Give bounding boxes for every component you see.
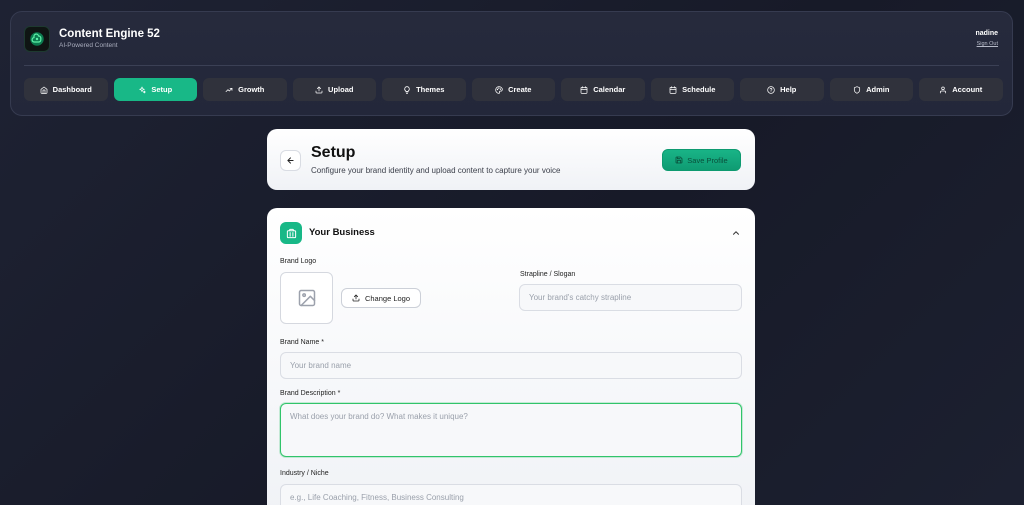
- nav-label: Schedule: [682, 85, 716, 94]
- brain-icon: [30, 32, 44, 46]
- your-business-section: Your Business Brand Logo Change Logo Str…: [267, 208, 755, 505]
- page-subtitle: Configure your brand identity and upload…: [311, 166, 561, 175]
- nav-label: Dashboard: [52, 85, 92, 94]
- industry-input[interactable]: [280, 484, 742, 505]
- nav-admin[interactable]: Admin: [829, 78, 913, 101]
- back-button[interactable]: [280, 150, 301, 171]
- calendar-icon: [580, 85, 588, 94]
- brand-description-label: Brand Description *: [280, 390, 341, 397]
- nav-label: Create: [508, 85, 532, 94]
- nav-label: Setup: [151, 85, 173, 94]
- app-subtitle: AI-Powered Content: [59, 42, 118, 49]
- nav-label: Upload: [328, 85, 354, 94]
- nav-dashboard[interactable]: Dashboard: [24, 78, 108, 101]
- nav-schedule[interactable]: Schedule: [650, 78, 734, 101]
- save-profile-button[interactable]: Save Profile: [662, 149, 741, 171]
- header-divider: [24, 65, 999, 66]
- app-logo: [24, 26, 50, 52]
- nav-themes[interactable]: Themes: [382, 78, 466, 101]
- section-title: Your Business: [309, 227, 375, 238]
- lightbulb-icon: [404, 85, 410, 94]
- user-icon: [940, 86, 947, 93]
- nav-calendar[interactable]: Calendar: [561, 78, 645, 101]
- industry-label: Industry / Niche: [280, 470, 329, 477]
- brand-name-input[interactable]: [280, 352, 742, 379]
- app-title: Content Engine 52: [59, 28, 160, 40]
- nav-account[interactable]: Account: [919, 78, 1003, 101]
- arrow-left-icon: [287, 157, 294, 164]
- app-header: Content Engine 52 AI-Powered Content nad…: [10, 11, 1013, 116]
- help-circle-icon: [767, 85, 775, 94]
- shield-icon: [854, 85, 861, 94]
- image-icon: [298, 289, 315, 307]
- save-icon: [675, 156, 683, 164]
- nav-label: Calendar: [593, 85, 626, 94]
- nav-growth[interactable]: Growth: [203, 78, 287, 101]
- sparkles-icon: [139, 86, 147, 93]
- upload-icon: [315, 86, 323, 93]
- home-icon: [40, 86, 48, 94]
- brand-description-input[interactable]: [280, 403, 742, 457]
- nav-label: Growth: [238, 85, 265, 94]
- user-name: nadine: [975, 30, 998, 37]
- palette-icon: [495, 85, 503, 94]
- chevron-up-icon[interactable]: [731, 228, 741, 238]
- page-title: Setup: [311, 144, 356, 161]
- trending-up-icon: [225, 87, 233, 92]
- save-profile-label: Save Profile: [687, 155, 728, 165]
- nav-label: Themes: [416, 85, 445, 94]
- calendar-icon: [669, 85, 677, 94]
- sign-out-link[interactable]: Sign Out: [977, 41, 998, 47]
- nav-label: Admin: [866, 85, 890, 94]
- nav-create[interactable]: Create: [471, 78, 555, 101]
- strapline-input[interactable]: [519, 284, 742, 311]
- brand-name-label: Brand Name *: [280, 339, 324, 346]
- nav-upload[interactable]: Upload: [292, 78, 376, 101]
- brand-logo-placeholder[interactable]: [280, 272, 333, 324]
- building-icon: [280, 222, 302, 244]
- brand-logo-label: Brand Logo: [280, 258, 317, 265]
- change-logo-button[interactable]: Change Logo: [341, 288, 421, 308]
- upload-icon: [352, 294, 360, 302]
- main-nav: Dashboard Setup Growth Upload Themes Cre…: [24, 78, 1003, 101]
- change-logo-label: Change Logo: [364, 293, 411, 303]
- nav-setup[interactable]: Setup: [113, 78, 197, 101]
- page-header-card: Setup Configure your brand identity and …: [267, 129, 755, 190]
- nav-help[interactable]: Help: [740, 78, 824, 101]
- nav-label: Account: [952, 85, 983, 94]
- strapline-label: Strapline / Slogan: [520, 271, 576, 278]
- nav-label: Help: [780, 85, 797, 94]
